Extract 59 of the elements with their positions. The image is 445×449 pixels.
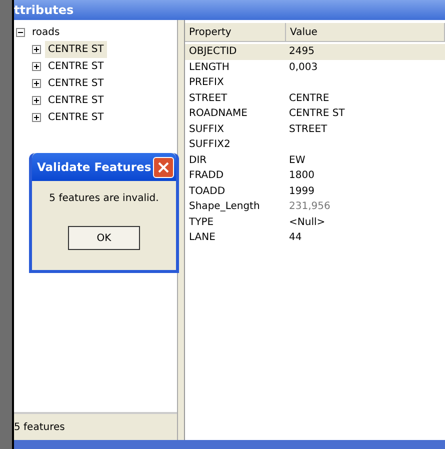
collapse-icon[interactable] xyxy=(16,28,25,37)
status-bar: 5 features xyxy=(14,414,177,440)
property-row[interactable]: Shape_Length 231,956 xyxy=(185,199,445,214)
property-row[interactable]: OBJECTID 2495 xyxy=(185,44,445,60)
property-name: DIR xyxy=(188,154,208,166)
property-row[interactable]: PREFIX xyxy=(185,75,445,90)
property-value: 0,003 xyxy=(288,62,319,73)
property-row[interactable]: SUFFIX2 xyxy=(185,137,445,152)
property-row[interactable]: STREET CENTRE xyxy=(185,90,445,106)
property-name: PREFIX xyxy=(188,77,225,88)
property-name: LANE xyxy=(188,232,216,244)
expand-icon[interactable] xyxy=(32,62,41,71)
splitter[interactable] xyxy=(178,20,185,440)
tree-node[interactable]: roads xyxy=(29,24,63,41)
property-value: CENTRE ST xyxy=(288,108,346,120)
close-icon xyxy=(158,162,169,172)
property-name: OBJECTID xyxy=(188,46,238,58)
property-name: TOADD xyxy=(188,186,226,197)
tree-node[interactable]: CENTRE ST xyxy=(45,75,107,92)
dialog-message: 5 features are invalid. xyxy=(48,193,160,204)
property-value: 2495 xyxy=(288,46,316,58)
property-value: <Null> xyxy=(288,216,326,228)
property-row[interactable]: SUFFIX STREET xyxy=(185,122,445,137)
property-row[interactable]: TOADD 1999 xyxy=(185,184,445,199)
expand-icon[interactable] xyxy=(32,79,41,88)
property-name: STREET xyxy=(188,92,228,104)
property-row[interactable]: LANE 44 xyxy=(185,230,445,246)
property-value: CENTRE xyxy=(288,92,330,104)
close-button[interactable] xyxy=(153,156,174,178)
expand-icon[interactable] xyxy=(32,113,41,122)
property-row[interactable]: FRADD 1800 xyxy=(185,168,445,184)
tree-node[interactable]: CENTRE ST xyxy=(45,92,107,109)
property-value: STREET xyxy=(288,124,328,135)
property-name: LENGTH xyxy=(188,62,230,73)
tree-node[interactable]: CENTRE ST xyxy=(45,58,107,75)
tree-node[interactable]: CENTRE ST xyxy=(45,41,107,58)
property-name: TYPE xyxy=(188,216,215,228)
property-name: FRADD xyxy=(188,170,225,182)
property-value: 44 xyxy=(288,232,303,244)
property-value: 231,956 xyxy=(288,201,332,212)
tree-node[interactable]: CENTRE ST xyxy=(45,109,107,126)
expand-icon[interactable] xyxy=(32,45,41,54)
property-row[interactable]: LENGTH 0,003 xyxy=(185,60,445,75)
property-row[interactable]: TYPE <Null> xyxy=(185,214,445,230)
ok-button[interactable]: OK xyxy=(68,226,140,250)
property-row[interactable]: DIR EW xyxy=(185,152,445,168)
expand-icon[interactable] xyxy=(32,96,41,105)
column-header[interactable]: Value xyxy=(286,23,445,41)
property-value: EW xyxy=(288,154,306,166)
property-value: 1999 xyxy=(288,186,316,197)
property-value: 1800 xyxy=(288,170,316,182)
property-row[interactable]: ROADNAME CENTRE ST xyxy=(185,106,445,122)
property-name: SUFFIX2 xyxy=(188,139,232,150)
property-name: ROADNAME xyxy=(188,108,248,120)
column-header[interactable]: Property xyxy=(185,23,286,41)
dialog-title: Validate Features xyxy=(37,160,152,174)
window-title: ttributes xyxy=(14,0,445,20)
property-name: Shape_Length xyxy=(188,201,261,212)
property-name: SUFFIX xyxy=(188,124,225,135)
